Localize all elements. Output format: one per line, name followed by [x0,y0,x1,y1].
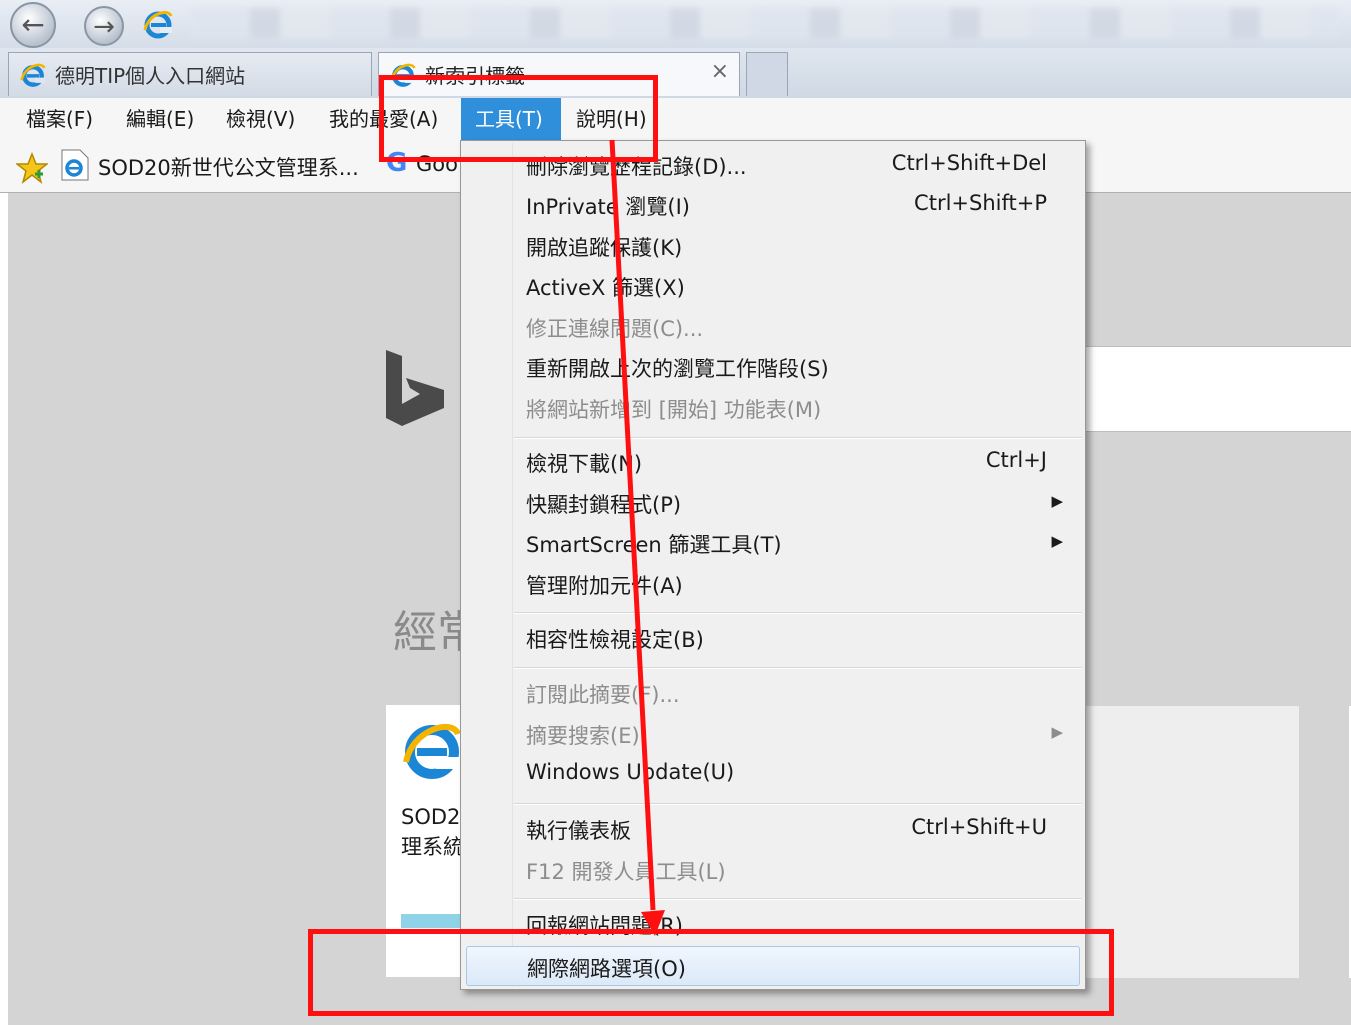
forward-button[interactable]: → [84,6,124,46]
menu-item-feed-discovery: 摘要搜索(E) ▶ [463,714,1083,754]
menu-item-compatibility-view[interactable]: 相容性檢視設定(B) [463,618,1083,658]
menu-item-reopen-session[interactable]: 重新開啟上次的瀏覽工作階段(S) [463,347,1083,387]
tab-strip: 德明TIP個人入口網站 新索引標籤 × [0,48,1351,99]
menu-item-shortcut: Ctrl+Shift+Del [891,151,1047,175]
menu-item-label: F12 開發人員工具(L) [526,860,726,884]
menu-item-view-downloads[interactable]: 檢視下載(N) Ctrl+J [463,442,1083,482]
menu-tools[interactable]: 工具(T) [461,98,561,142]
menu-item-add-to-start: 將網站新增到 [開始] 功能表(M) [463,388,1083,428]
menu-item-label: 網際網路選項(O) [527,957,686,981]
tile-title: SOD2 理系統 [401,805,461,859]
menu-view[interactable]: 檢視(V) [212,98,309,142]
menu-item-label: 將網站新增到 [開始] 功能表(M) [526,398,822,422]
menu-item-inprivate[interactable]: InPrivate 瀏覽(I) Ctrl+Shift+P [463,185,1083,225]
close-tab-icon[interactable]: × [711,59,729,84]
menu-item-label: ActiveX 篩選(X) [526,276,685,300]
menu-item-dashboard[interactable]: 執行儀表板 Ctrl+Shift+U [463,809,1083,849]
menu-help[interactable]: 說明(H) [562,98,661,142]
menu-item-windows-update[interactable]: Windows Update(U) [463,754,1083,794]
page-ie-icon [61,149,89,181]
menu-item-report-website[interactable]: 回報網站問題(R) [463,904,1083,944]
menu-separator [514,437,1082,439]
menu-item-label: 回報網站問題(R) [526,914,683,938]
menu-item-label: 刪除瀏覽歷程記錄(D)... [526,155,747,179]
menu-separator [514,803,1082,805]
google-icon: G [386,148,408,178]
ie-logo-icon [403,723,462,779]
menu-file[interactable]: 檔案(F) [12,98,107,142]
menu-separator [514,667,1082,669]
new-tab-button[interactable] [746,52,788,96]
menu-item-label: 相容性檢視設定(B) [526,628,704,652]
menu-item-subscribe-feed: 訂閱此摘要(F)... [463,673,1083,713]
menu-item-label: 檢視下載(N) [526,452,643,476]
tools-menu-dropdown: 刪除瀏覽歷程記錄(D)... Ctrl+Shift+Del InPrivate … [460,140,1086,990]
favorite-google[interactable]: Goo [416,152,458,176]
tab-tip-portal[interactable]: 德明TIP個人入口網站 [8,52,372,96]
menu-item-activex-filtering[interactable]: ActiveX 篩選(X) [463,266,1083,306]
submenu-arrow-icon: ▶ [1051,492,1063,510]
menu-item-label: 修正連線問題(C)... [526,317,704,341]
menu-item-label: 重新開啟上次的瀏覽工作階段(S) [526,357,829,381]
favorite-sod20[interactable]: SOD20新世代公文管理系... [98,152,359,182]
menu-item-internet-options[interactable]: 網際網路選項(O) [466,946,1080,986]
menu-item-label: 管理附加元件(A) [526,574,683,598]
ie-logo-icon [390,63,416,87]
menu-item-label: 訂閱此摘要(F)... [526,683,680,707]
menu-item-manage-addons[interactable]: 管理附加元件(A) [463,564,1083,604]
menu-item-label: SmartScreen 篩選工具(T) [526,533,782,557]
menu-item-smartscreen[interactable]: SmartScreen 篩選工具(T) ▶ [463,523,1083,563]
submenu-arrow-icon: ▶ [1051,723,1063,741]
menu-bar: 檔案(F) 編輯(E) 檢視(V) 我的最愛(A) 工具(T) 說明(H) [0,98,1351,142]
tab-title: 德明TIP個人入口網站 [55,64,246,88]
tab-new-tab[interactable]: 新索引標籤 × [378,52,740,96]
menu-item-label: 執行儀表板 [526,819,631,843]
bing-logo-icon [386,350,444,426]
menu-item-shortcut: Ctrl+Shift+P [914,191,1047,215]
menu-item-delete-history[interactable]: 刪除瀏覽歷程記錄(D)... Ctrl+Shift+Del [463,145,1083,185]
menu-separator [514,898,1082,900]
back-button[interactable]: ← [10,2,56,48]
ie-logo-icon [20,63,46,87]
menu-item-label: Windows Update(U) [526,760,735,784]
tab-title: 新索引標籤 [425,64,525,88]
menu-item-label: InPrivate 瀏覽(I) [526,195,690,219]
frequent-site-tile[interactable] [1085,706,1299,978]
menu-item-label: 開啟追蹤保護(K) [526,236,683,260]
menu-edit[interactable]: 編輯(E) [112,98,208,142]
search-box[interactable] [1085,346,1351,432]
tile-accent-bar [401,914,462,928]
menu-separator [514,612,1082,614]
menu-item-f12-devtools: F12 開發人員工具(L) [463,850,1083,890]
menu-item-shortcut: Ctrl+Shift+U [911,815,1047,839]
menu-item-tracking-protection[interactable]: 開啟追蹤保護(K) [463,226,1083,266]
ie-logo-icon [143,11,173,39]
favorites-star-icon[interactable] [16,152,48,184]
menu-item-label: 快顯封鎖程式(P) [526,493,682,517]
submenu-arrow-icon: ▶ [1051,532,1063,550]
menu-item-fix-connection: 修正連線問題(C)... [463,307,1083,347]
address-bar-area[interactable] [190,8,1340,38]
menu-item-label: 摘要搜索(E) [526,724,640,748]
menu-item-shortcut: Ctrl+J [985,448,1047,472]
menu-item-popup-blocker[interactable]: 快顯封鎖程式(P) ▶ [463,483,1083,523]
menu-favorites[interactable]: 我的最愛(A) [315,98,452,142]
title-bar: ← → [0,0,1351,48]
